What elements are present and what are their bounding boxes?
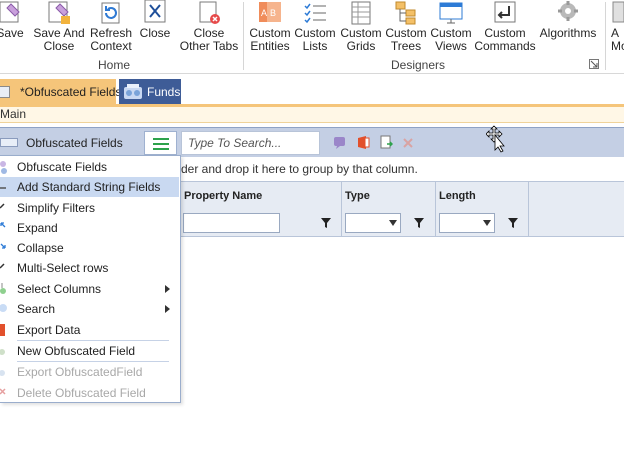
filter-funnel-icon[interactable] [413, 217, 425, 229]
close-other-tabs-button[interactable]: Close Other Tabs [178, 0, 240, 56]
type-filter-select[interactable] [345, 213, 401, 233]
office-icon[interactable] [356, 135, 370, 150]
document-icon [0, 86, 10, 98]
menu-item-collapse[interactable]: Collapse [0, 238, 179, 258]
search-input[interactable] [181, 131, 320, 155]
command-icon [492, 0, 518, 26]
length-filter-select[interactable] [439, 213, 495, 233]
export-field-icon [0, 365, 10, 379]
refresh-context-button[interactable]: Refresh Context [88, 0, 134, 56]
dialog-launcher-icon[interactable] [589, 59, 599, 69]
tab-funds[interactable]: Funds [119, 79, 181, 105]
refresh-icon [98, 0, 124, 26]
custom-grids-button[interactable]: Custom Grids [340, 0, 382, 56]
custom-views-button[interactable]: Custom Views [430, 0, 472, 56]
document-tabs: *Obfuscated Fields Funds [0, 79, 624, 105]
expand-icon [0, 221, 10, 235]
gear-icon [555, 0, 581, 26]
filter-funnel-icon[interactable] [320, 217, 332, 229]
checklist-icon [302, 0, 328, 26]
menu-item-simplify-filters[interactable]: Simplify Filters [0, 198, 179, 218]
panel-title: Obfuscated Fields [26, 136, 123, 150]
menu-item-search[interactable]: Search [0, 299, 179, 319]
group-label-home: Home [98, 58, 131, 72]
svg-text:B: B [270, 8, 276, 18]
save-button[interactable]: Save [0, 0, 24, 56]
checkmark-icon [0, 261, 10, 275]
funds-icon [123, 83, 143, 101]
menu-item-select-columns[interactable]: Select Columns [0, 279, 179, 299]
obfuscate-icon [0, 160, 10, 174]
menu-item-multi-select-rows[interactable]: Multi-Select rows [0, 258, 179, 278]
submenu-arrow-icon [165, 285, 170, 293]
abc-icon: AB [257, 0, 283, 26]
custom-entities-button[interactable]: AB Custom Entities [249, 0, 291, 56]
custom-commands-button[interactable]: Custom Commands [474, 0, 536, 56]
subtab-main[interactable]: Main [0, 107, 26, 121]
simplify-icon [0, 201, 10, 215]
hamburger-menu-button[interactable] [144, 131, 177, 155]
menu-item-expand[interactable]: Expand [0, 218, 179, 238]
ribbon-divider [0, 73, 624, 74]
panel-icon [0, 138, 18, 147]
chevron-down-icon [483, 220, 491, 226]
hamburger-icon-line [153, 148, 169, 150]
save-and-close-button[interactable]: Save And Close [33, 0, 85, 56]
close-button[interactable]: Close [138, 0, 172, 56]
menu-item-export-data[interactable]: Export Data [0, 320, 179, 340]
delete-icon[interactable] [402, 137, 414, 149]
export-document-icon[interactable] [379, 135, 394, 150]
menu-item-obfuscate-fields[interactable]: Obfuscate Fields [0, 157, 179, 177]
menu-item-add-standard-string-fields[interactable]: Add Standard String Fields [0, 177, 179, 197]
collapse-icon [0, 241, 10, 255]
tab-obfuscated-fields[interactable]: *Obfuscated Fields [0, 79, 121, 105]
column-length[interactable]: Length [436, 182, 529, 236]
search-icon [0, 302, 10, 316]
group-by-hint: der and drop it here to group by that co… [181, 157, 624, 181]
ribbon-separator [243, 2, 244, 70]
move-cursor-icon [485, 125, 508, 153]
auto-icon [611, 0, 624, 26]
group-label-designers: Designers [391, 58, 446, 72]
ribbon: Save Save And Close Refresh Context Clos… [0, 0, 624, 73]
save-icon [0, 0, 23, 26]
save-close-icon [46, 0, 72, 26]
chevron-down-icon [389, 220, 397, 226]
filter-funnel-icon[interactable] [507, 217, 519, 229]
tree-icon [393, 0, 419, 26]
close-other-tabs-icon [196, 0, 222, 26]
add-fields-icon [0, 180, 10, 194]
property-name-filter-input[interactable] [183, 213, 280, 233]
menu-item-new-obfuscated-field[interactable]: New Obfuscated Field [0, 341, 179, 361]
menu-item-delete-obfuscated-field: Delete Obfuscated Field [0, 383, 179, 403]
submenu-arrow-icon [165, 305, 170, 313]
svg-text:A: A [261, 8, 267, 18]
subtab-bar: Main [0, 107, 624, 123]
hamburger-icon-line [153, 143, 169, 145]
algorithms-button[interactable]: Algorithms [538, 0, 598, 56]
column-type[interactable]: Type [342, 182, 436, 236]
close-icon [142, 0, 168, 26]
grid-icon [348, 0, 374, 26]
auto-mo-button[interactable]: A Mo [611, 0, 624, 56]
columns-icon [0, 282, 10, 296]
context-menu: Obfuscate Fields Add Standard String Fie… [0, 155, 181, 403]
grid-header: Property Name Type Length [181, 181, 624, 237]
new-field-icon [0, 344, 10, 358]
views-icon [438, 0, 464, 26]
comment-icon[interactable] [333, 136, 347, 150]
menu-item-export-obfuscatedfield: Export ObfuscatedField [0, 362, 179, 382]
hamburger-icon [153, 138, 169, 140]
ribbon-separator [605, 2, 606, 70]
export-data-icon [0, 323, 10, 337]
delete-icon [0, 386, 10, 400]
custom-trees-button[interactable]: Custom Trees [385, 0, 427, 56]
column-property-name[interactable]: Property Name [181, 182, 342, 236]
custom-lists-button[interactable]: Custom Lists [294, 0, 336, 56]
